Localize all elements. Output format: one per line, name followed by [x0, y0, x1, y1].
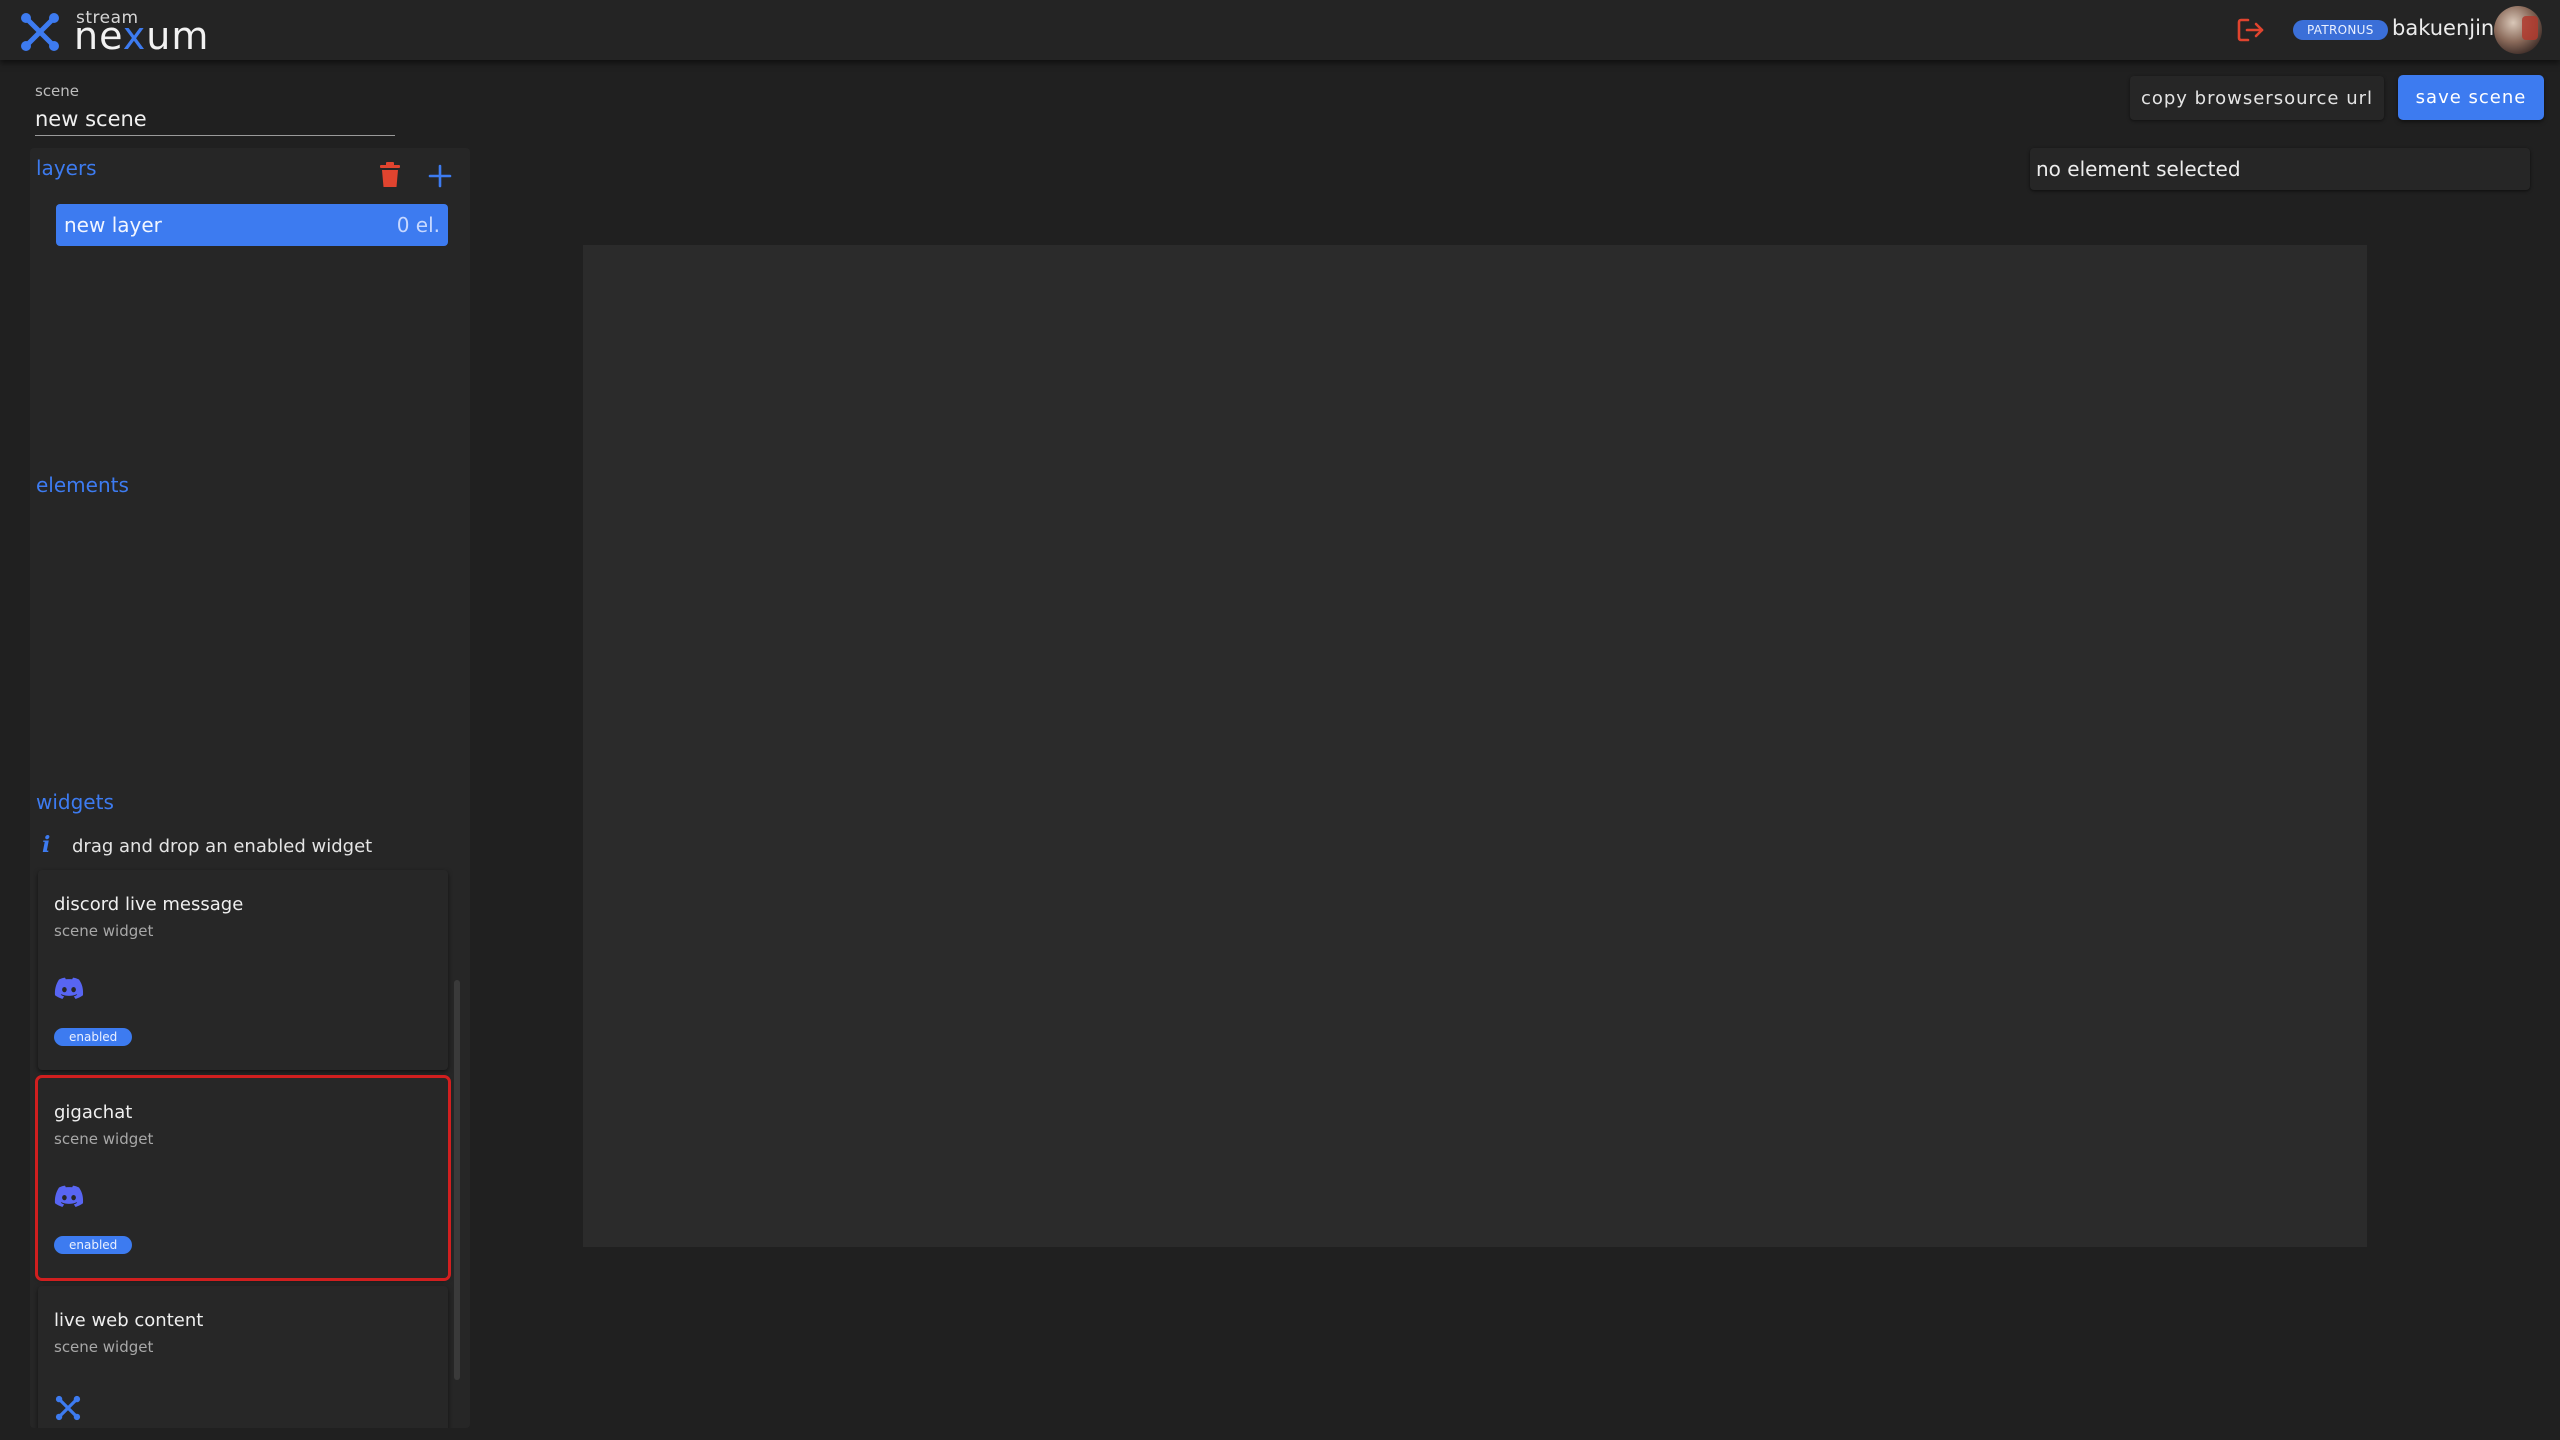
delete-layer-icon[interactable]	[379, 162, 401, 188]
widget-subtitle: scene widget	[54, 1338, 154, 1356]
widgets-info: i drag and drop an enabled widget	[42, 832, 372, 858]
widget-status-badge: enabled	[54, 1236, 133, 1254]
top-bar: stream nexum PATRONUS bakuenjin	[0, 0, 2560, 60]
scene-editor-sidebar: layers new layer 0 el. elements widgets …	[30, 148, 470, 1428]
logo-nexum-text: nexum	[74, 14, 210, 58]
discord-icon	[54, 977, 84, 999]
layer-element-count: 0 el.	[396, 213, 440, 237]
discord-icon	[54, 1185, 84, 1207]
layers-heading: layers	[36, 156, 97, 180]
widget-card-live-web-content[interactable]: live web content scene widget	[38, 1286, 448, 1428]
selection-status-text: no element selected	[2036, 157, 2241, 181]
selected-element-panel: no element selected	[2030, 148, 2530, 190]
scene-name-input[interactable]	[35, 102, 395, 136]
widgets-heading: widgets	[36, 790, 114, 814]
logout-icon[interactable]	[2236, 16, 2266, 44]
widget-status-badge: enabled	[54, 1028, 133, 1046]
widget-title: gigachat	[54, 1102, 133, 1123]
add-layer-icon[interactable]	[428, 164, 452, 188]
widget-card-gigachat[interactable]: gigachat scene widget enabled	[35, 1075, 451, 1281]
patron-badge: PATRONUS	[2293, 20, 2388, 40]
nexum-icon	[55, 1395, 81, 1421]
widget-list-scrollbar[interactable]	[454, 980, 460, 1380]
nexum-logo-icon	[21, 13, 59, 51]
layer-item[interactable]: new layer 0 el.	[56, 204, 448, 246]
widget-card-discord-live-message[interactable]: discord live message scene widget enable…	[38, 870, 448, 1070]
avatar[interactable]	[2494, 6, 2542, 54]
widget-title: live web content	[54, 1310, 204, 1331]
copy-browsersource-url-button[interactable]: copy browsersource url	[2130, 76, 2384, 120]
save-scene-button[interactable]: save scene	[2398, 75, 2544, 120]
widget-list: discord live message scene widget enable…	[30, 864, 470, 1428]
username[interactable]: bakuenjin	[2392, 16, 2494, 40]
widget-subtitle: scene widget	[54, 922, 154, 940]
elements-heading: elements	[36, 473, 129, 497]
widget-subtitle: scene widget	[54, 1130, 154, 1148]
scene-name-label: scene	[35, 82, 80, 100]
widget-title: discord live message	[54, 894, 244, 915]
info-icon: i	[42, 832, 51, 858]
layer-name: new layer	[64, 213, 162, 237]
scene-canvas[interactable]	[583, 245, 2367, 1247]
streamnexum-logo[interactable]: stream nexum	[18, 6, 218, 58]
widgets-info-text: drag and drop an enabled widget	[72, 836, 373, 857]
